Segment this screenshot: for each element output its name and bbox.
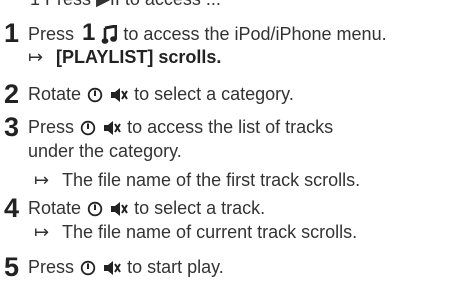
result-arrow-icon: ↦ <box>34 170 50 190</box>
result-text: The file name of current track scrolls. <box>62 222 358 242</box>
step-result: ↦ [PLAYLIST] scrolls. <box>28 45 221 69</box>
step-text: to select a track. <box>134 198 266 218</box>
step-number: 3 <box>4 112 20 142</box>
step-continuation: under the category. <box>28 141 182 161</box>
step-verb: Press <box>28 24 75 44</box>
step-number: 5 <box>4 252 20 282</box>
step-text: to access the iPod/iPhone menu. <box>123 24 387 44</box>
result-arrow-icon: ↦ <box>34 222 50 242</box>
step-instruction: Press to start play. <box>28 255 224 279</box>
mute-speaker-icon <box>111 88 128 103</box>
step-number: 2 <box>4 79 20 109</box>
music-note-icon <box>102 25 118 45</box>
result-text: The file name of the first track scrolls… <box>62 170 361 190</box>
step-verb: Rotate <box>28 84 82 104</box>
step-verb: Rotate <box>28 198 82 218</box>
mute-speaker-icon <box>104 261 121 276</box>
step-verb: Press <box>28 117 75 137</box>
step-text: to access the list of tracks <box>127 117 334 137</box>
step-number: 1 <box>4 18 20 48</box>
step-text: to select a category. <box>134 84 294 104</box>
power-dial-icon <box>80 121 96 136</box>
step-verb: Press <box>28 257 75 277</box>
step-instruction: Rotate to select a category. <box>28 82 294 106</box>
mute-speaker-icon <box>104 121 121 136</box>
result-text: [PLAYLIST] scrolls. <box>56 47 222 67</box>
step-instruction: Press 1 to access the iPod/iPhone menu. <box>28 21 387 46</box>
clipped-previous-line: 1 Press ▶II to access ... <box>30 0 221 10</box>
key-digit: 1 <box>82 19 96 46</box>
power-dial-icon <box>87 202 103 217</box>
step-instruction: Rotate to select a track. <box>28 196 265 220</box>
step-text: to start play. <box>127 257 224 277</box>
power-dial-icon <box>87 88 103 103</box>
step-number: 4 <box>4 193 20 223</box>
power-dial-icon <box>80 261 96 276</box>
mute-speaker-icon <box>111 202 128 217</box>
result-arrow-icon: ↦ <box>28 47 44 67</box>
step-result: ↦ The file name of the first track scroll… <box>34 168 360 192</box>
step-instruction: Press to access the list of tracks <box>28 115 333 139</box>
step-result: ↦ The file name of current track scrolls. <box>34 220 357 244</box>
